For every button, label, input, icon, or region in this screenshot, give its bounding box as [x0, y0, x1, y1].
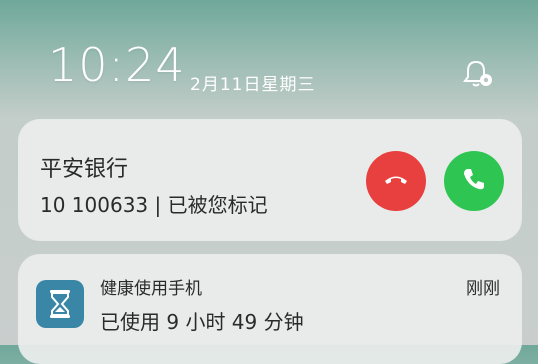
phone-hangup-icon [381, 164, 411, 198]
caller-name: 平安银行 [40, 157, 129, 182]
caller-info: 10 100633 | 已被您标记 [40, 193, 268, 217]
hourglass-icon [36, 280, 84, 328]
screen-time-notification[interactable]: 健康使用手机 刚刚 已使用 9 小时 49 分钟 [18, 254, 522, 364]
notification-settings-icon[interactable] [460, 56, 496, 92]
accept-call-button[interactable] [444, 151, 504, 211]
notification-app-name: 健康使用手机 [100, 279, 202, 299]
phone-answer-icon [459, 164, 489, 198]
incoming-call-card[interactable]: 平安银行 10 100633 | 已被您标记 [18, 119, 522, 241]
notification-body: 已使用 9 小时 49 分钟 [100, 310, 304, 334]
lock-date: 2月11日星期三 [190, 75, 316, 95]
lock-clock: 10:24 [48, 38, 186, 92]
notification-time: 刚刚 [466, 279, 500, 299]
decline-call-button[interactable] [366, 151, 426, 211]
